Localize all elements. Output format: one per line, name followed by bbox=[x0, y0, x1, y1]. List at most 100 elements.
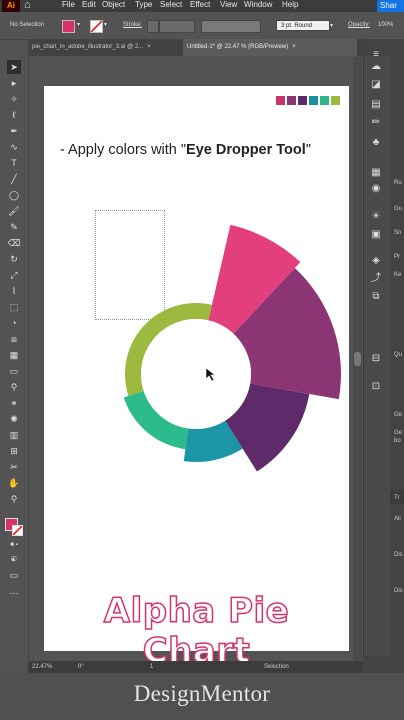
type-tool-icon[interactable]: T bbox=[7, 156, 21, 170]
graph-tool-icon[interactable]: ▥ bbox=[7, 428, 21, 442]
panel-label: Sn bbox=[394, 230, 402, 236]
slice-tool-icon[interactable]: ✂ bbox=[7, 460, 21, 474]
blend-tool-icon[interactable]: ⚭ bbox=[7, 396, 21, 410]
paintbrush-icon[interactable]: 🖌 bbox=[7, 204, 21, 218]
menu-type[interactable]: Type bbox=[135, 0, 152, 10]
chevron-down-icon[interactable]: ▾ bbox=[330, 22, 333, 29]
artboard[interactable]: - Apply colors with "Eye Dropper Tool" A… bbox=[44, 86, 349, 672]
fill-swatch[interactable] bbox=[62, 20, 75, 33]
transparency-icon[interactable]: ☀ bbox=[369, 210, 383, 224]
chevron-down-icon[interactable]: ▾ bbox=[104, 21, 107, 28]
current-tool-status: Selection bbox=[264, 664, 289, 670]
panel-label: Dis bbox=[394, 552, 403, 558]
rotate-tool-icon[interactable]: ↻ bbox=[7, 252, 21, 266]
tab-label: pie_chart_in_adobe_illustrator_3.ai @ 2.… bbox=[32, 44, 144, 50]
opacity-value[interactable]: 100% bbox=[378, 22, 393, 28]
watermark-logo: DesignMentor bbox=[133, 681, 271, 706]
shape-builder-icon[interactable]: ◔ bbox=[7, 316, 21, 330]
color-mode-icons[interactable]: ■ ▪ ▢ bbox=[7, 538, 21, 562]
panel-label: Ru bbox=[394, 180, 402, 186]
rotate-view-field[interactable]: 0° bbox=[78, 664, 84, 670]
menu-effect[interactable]: Effect bbox=[190, 0, 210, 10]
swatches-icon[interactable]: ▦ bbox=[369, 166, 383, 180]
free-transform-icon[interactable]: ⬚ bbox=[7, 300, 21, 314]
control-bar: No Selection ▾ ▾ Stroke: 3 pt. Round ▾ O… bbox=[0, 12, 404, 40]
appearance-icon[interactable]: ◉ bbox=[369, 182, 383, 196]
close-icon[interactable]: × bbox=[147, 44, 151, 50]
transform-icon[interactable]: ⊡ bbox=[369, 380, 383, 394]
layers-icon[interactable]: ◈ bbox=[369, 254, 383, 268]
eyedropper-icon[interactable]: ⚲ bbox=[7, 380, 21, 394]
menu-window[interactable]: Window bbox=[244, 0, 272, 10]
panel-label: Qu bbox=[394, 352, 403, 358]
menu-file[interactable]: File bbox=[62, 0, 75, 10]
artboards-icon[interactable]: ▤ bbox=[369, 98, 383, 112]
eraser-icon[interactable]: ⌫ bbox=[7, 236, 21, 250]
scale-tool-icon[interactable]: ⤢ bbox=[7, 268, 21, 282]
align-icon[interactable]: ⊟ bbox=[369, 352, 383, 366]
opacity-label[interactable]: Opacity: bbox=[348, 22, 370, 28]
donut-hole bbox=[141, 319, 251, 429]
brush-style-dropdown[interactable]: 3 pt. Round bbox=[276, 20, 330, 31]
perspective-grid-icon[interactable]: ⧈ bbox=[7, 332, 21, 346]
export-icon[interactable]: ⤴ bbox=[369, 272, 383, 286]
image-trace-icon[interactable]: ◪ bbox=[369, 78, 383, 92]
screen-mode-icon[interactable]: ▭ bbox=[7, 568, 21, 582]
variable-width-dropdown[interactable] bbox=[201, 20, 261, 33]
draw-mode-icon[interactable]: ◐ bbox=[7, 552, 21, 566]
pen-tool-icon[interactable]: ✒ bbox=[7, 124, 21, 138]
brushes-icon[interactable]: ✏ bbox=[369, 116, 383, 130]
symbols-icon[interactable]: ♣ bbox=[369, 136, 383, 150]
hand-tool-icon[interactable]: ✋ bbox=[7, 476, 21, 490]
curvature-tool-icon[interactable]: ∿ bbox=[7, 140, 21, 154]
artboard-page-field[interactable]: 1 bbox=[150, 664, 153, 670]
stroke-label[interactable]: Stroke: bbox=[123, 22, 142, 28]
tab-untitled-doc[interactable]: Untitled-1* @ 22.47 % (RGB/Preview) × bbox=[183, 39, 357, 56]
stroke-stepper[interactable] bbox=[147, 20, 159, 33]
tab-label: Untitled-1* @ 22.47 % (RGB/Preview) bbox=[187, 44, 289, 50]
menu-help[interactable]: Help bbox=[282, 0, 298, 10]
mesh-tool-icon[interactable]: ▦ bbox=[7, 348, 21, 362]
direct-selection-tool-icon[interactable]: ▸ bbox=[7, 76, 21, 90]
document-tabs: pie_chart_in_adobe_illustrator_3.ai @ 2.… bbox=[28, 39, 376, 56]
panel-label: Tr bbox=[394, 495, 400, 501]
ellipse-tool-icon[interactable]: ◯ bbox=[7, 188, 21, 202]
panel-label: Ali bbox=[394, 516, 401, 522]
chevron-down-icon[interactable]: ▾ bbox=[77, 21, 80, 28]
radial-pie-chart[interactable] bbox=[44, 86, 349, 651]
menu-select[interactable]: Select bbox=[160, 0, 182, 10]
more-tools-icon[interactable]: ⋯ bbox=[7, 586, 21, 600]
artboard-tool-icon[interactable]: ⊞ bbox=[7, 444, 21, 458]
panel-label: Gu bbox=[394, 206, 403, 212]
home-icon[interactable]: ⌂ bbox=[24, 0, 31, 11]
menu-bar: Ai ⌂ File Edit Object Type Select Effect… bbox=[0, 0, 404, 12]
menu-object[interactable]: Object bbox=[102, 0, 125, 10]
warp-tool-icon[interactable]: ⌇ bbox=[7, 284, 21, 298]
panel-label: bo bbox=[394, 438, 401, 444]
share-button[interactable]: Shar bbox=[377, 0, 404, 12]
lasso-icon[interactable]: ℓ bbox=[7, 108, 21, 122]
symbol-sprayer-icon[interactable]: ✺ bbox=[7, 412, 21, 426]
stroke-color-icon[interactable] bbox=[12, 525, 23, 536]
libraries-icon[interactable]: ☁ bbox=[369, 60, 383, 74]
gradient-icon[interactable]: ▣ bbox=[369, 228, 383, 242]
magic-wand-icon[interactable]: ✧ bbox=[7, 92, 21, 106]
tab-pie-chart-doc[interactable]: pie_chart_in_adobe_illustrator_3.ai @ 2.… bbox=[28, 39, 182, 56]
gradient-tool-icon[interactable]: ▭ bbox=[7, 364, 21, 378]
close-icon[interactable]: × bbox=[292, 44, 296, 50]
stroke-weight-field[interactable] bbox=[159, 20, 195, 33]
tools-panel: ➤ ▸ ✧ ℓ ✒ ∿ T ╱ ◯ 🖌 ✎ ⌫ ↻ ⤢ ⌇ ⬚ ◔ ⧈ ▦ ▭ … bbox=[0, 56, 29, 661]
menu-view[interactable]: View bbox=[220, 0, 237, 10]
menu-edit[interactable]: Edit bbox=[82, 0, 96, 10]
scrollbar-thumb[interactable] bbox=[354, 352, 361, 366]
line-tool-icon[interactable]: ╱ bbox=[7, 172, 21, 186]
shaper-tool-icon[interactable]: ✎ bbox=[7, 220, 21, 234]
zoom-field[interactable]: 22.47% bbox=[32, 664, 52, 670]
panel-label: Dis bbox=[394, 588, 403, 594]
panel-label: Pr bbox=[394, 254, 400, 260]
zoom-tool-icon[interactable]: ⚲ bbox=[7, 492, 21, 506]
selection-tool-icon[interactable]: ➤ bbox=[7, 60, 21, 74]
stroke-swatch[interactable] bbox=[90, 20, 103, 33]
pathfinder-icon[interactable]: ⧉ bbox=[369, 290, 383, 304]
chart-title-wrapper: Alpha Pie Chart bbox=[44, 590, 349, 672]
